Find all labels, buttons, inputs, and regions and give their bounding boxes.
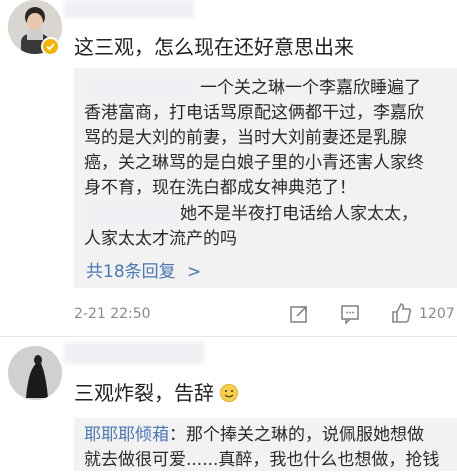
username-redacted (64, 0, 194, 18)
smile-emoji-icon (220, 383, 239, 402)
reply-line-2: 就去做很可爱......真醉，我也什么也想做，抢钱 (84, 450, 440, 470)
reply-2-line: 人家太太才流产的吗 (84, 229, 237, 249)
more-replies-label: 共18条回复 (86, 262, 176, 282)
verified-badge-icon (41, 37, 60, 56)
reply-1-line: 癌，关之琳骂的是白娘子里的小青还害人家终 (84, 153, 424, 173)
reply-author-link[interactable]: 耶耶耶倾葙 (84, 425, 169, 445)
comment-text-body: 三观炸裂，告辞 (74, 381, 214, 405)
reply-1-text: 一个关之琳一个李嘉欣睡遍了 香港富商，打电话骂原配这俩都干过，李嘉欣 骂的是大刘… (84, 76, 454, 201)
reply-2-text: 她不是半夜打电话给人家太太， 人家太太才流产的吗 (84, 202, 454, 252)
username-redacted (64, 342, 204, 364)
comment-text: 这三观，怎么现在还好意思出来 (74, 35, 354, 59)
reply-1-line: 身不育，现在洗白都成女神典范了！ (84, 178, 356, 198)
reply-line: 耶耶耶倾葙：那个捧关之琳的，说佩服她想做 (84, 423, 457, 448)
more-replies-link[interactable]: 共18条回复 > (86, 257, 201, 282)
divider (0, 336, 457, 337)
reply-1-line: 一个关之琳一个李嘉欣睡遍了 (200, 78, 421, 98)
reply-1-line: 香港富商，打电话骂原配这俩都干过，李嘉欣 (84, 103, 424, 123)
avatar-image (8, 346, 62, 400)
chevron-right-icon: > (187, 262, 202, 282)
reply-1-line: 骂的是大刘的前妻，当时大刘前妻还是乳腺 (84, 128, 407, 148)
reply-text: 耶耶耶倾葙：那个捧关之琳的，说佩服她想做 就去做很可爱......真醉，我也什么… (84, 423, 457, 473)
reply-line-1: ：那个捧关之琳的，说佩服她想做 (169, 425, 424, 445)
like-icon[interactable] (390, 302, 412, 324)
share-icon[interactable] (289, 304, 309, 324)
comment-icon[interactable] (340, 304, 360, 325)
timestamp: 2-21 22:50 (74, 306, 151, 322)
like-count: 1207 (419, 306, 455, 322)
comment-text: 三观炸裂，告辞 (74, 381, 239, 405)
reply-2-line: 她不是半夜打电话给人家太太， (180, 204, 418, 224)
avatar[interactable] (8, 346, 62, 400)
